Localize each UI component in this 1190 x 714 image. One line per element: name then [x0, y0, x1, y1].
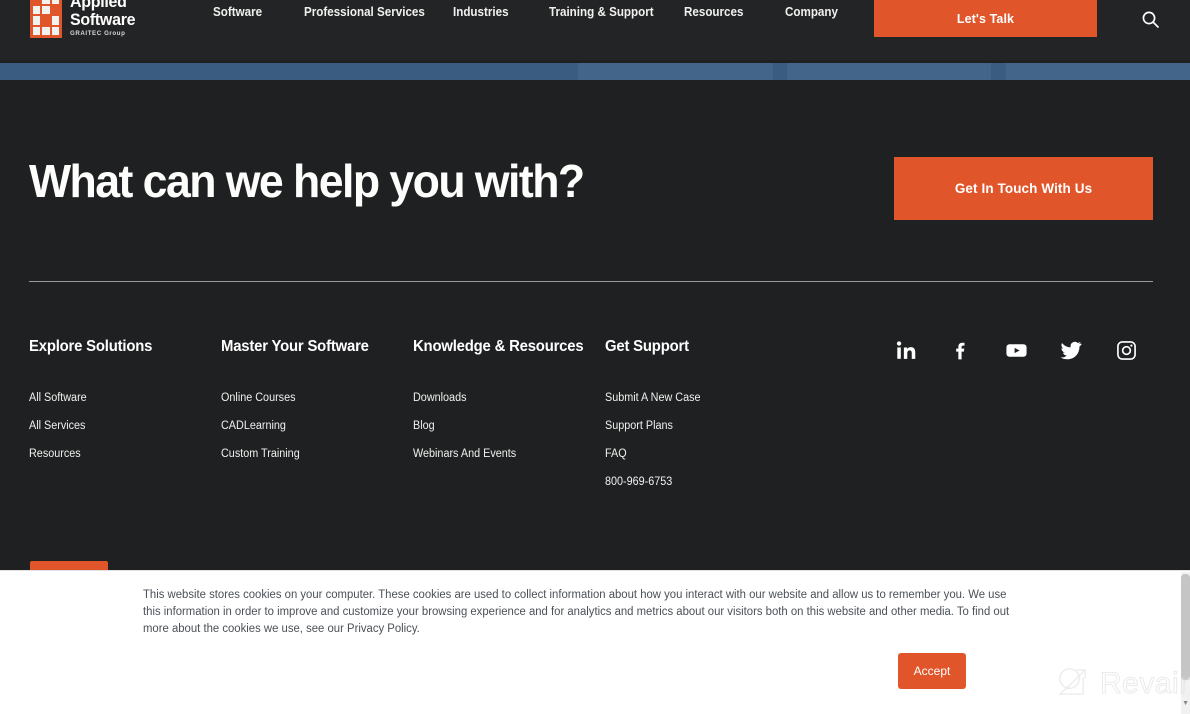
- footer-link-downloads[interactable]: Downloads: [413, 384, 580, 412]
- social-links: [894, 338, 1138, 362]
- youtube-icon[interactable]: [1004, 338, 1028, 362]
- search-icon[interactable]: [1135, 4, 1165, 34]
- strip-segment-3: [787, 63, 991, 80]
- instagram-icon[interactable]: [1114, 338, 1138, 362]
- footer-link-list: Online Courses CADLearning Custom Training: [221, 384, 375, 468]
- nav-item-resources[interactable]: Resources: [684, 5, 743, 19]
- footer-column-explore-solutions: Explore Solutions All Software All Service…: [29, 338, 157, 468]
- strip-segment-0: [0, 63, 578, 80]
- footer-column-heading: Knowledge & Resources: [413, 338, 584, 355]
- footer-link-submit-a-new-case[interactable]: Submit A New Case: [605, 384, 701, 412]
- footer-link-list: Submit A New Case Support Plans FAQ 800-969…: [605, 384, 707, 496]
- get-in-touch-button[interactable]: Get In Touch With Us: [894, 157, 1153, 220]
- linkedin-icon[interactable]: [894, 338, 918, 362]
- page-root: Applied Software GRAITEC Group Software P…: [0, 0, 1190, 714]
- footer-column-master-your-software: Master Your Software Online Courses CADLea…: [221, 338, 375, 468]
- cookie-banner-text: This website stores cookies on your comp…: [143, 589, 1010, 636]
- footer-link-list: Downloads Blog Webinars And Events: [413, 384, 591, 468]
- nav-item-software[interactable]: Software: [213, 5, 262, 19]
- vertical-scrollbar-thumb[interactable]: [1181, 574, 1190, 680]
- twitter-icon[interactable]: [1059, 338, 1083, 362]
- strip-segment-5: [1006, 63, 1190, 80]
- footer-link-custom-training[interactable]: Custom Training: [221, 440, 366, 468]
- logo-line-1: Applied: [70, 0, 127, 11]
- footer-link-online-courses[interactable]: Online Courses: [221, 384, 366, 412]
- nav-item-professional-services[interactable]: Professional Services: [304, 5, 425, 19]
- footer-link-resources[interactable]: Resources: [29, 440, 150, 468]
- site-header: Applied Software GRAITEC Group Software P…: [0, 0, 1190, 60]
- footer-link-blog[interactable]: Blog: [413, 412, 580, 440]
- footer-link-all-software[interactable]: All Software: [29, 384, 150, 412]
- applied-software-grid-logo: [30, 0, 62, 38]
- footer-column-heading: Get Support: [605, 338, 689, 355]
- nav-item-training-support[interactable]: Training & Support: [549, 5, 654, 19]
- facebook-icon[interactable]: [949, 338, 973, 362]
- footer-link-webinars-and-events[interactable]: Webinars And Events: [413, 440, 580, 468]
- logo-line-3: GRAITEC Group: [70, 29, 126, 37]
- nav-item-company[interactable]: Company: [785, 5, 838, 19]
- cookie-accept-button[interactable]: Accept: [898, 653, 966, 689]
- page-title: What can we help you with?: [29, 155, 585, 207]
- footer-link-faq[interactable]: FAQ: [605, 440, 701, 468]
- section-divider: [29, 281, 1153, 282]
- strip-segment-2: [773, 63, 787, 80]
- nav-item-industries[interactable]: Industries: [453, 5, 509, 19]
- decorative-blue-strip: [0, 63, 1190, 80]
- strip-segment-1: [578, 63, 773, 80]
- footer-link-all-services[interactable]: All Services: [29, 412, 150, 440]
- footer-column-get-support: Get Support Submit A New Case Support Plan…: [605, 338, 707, 496]
- logo-line-2: Software: [70, 9, 136, 29]
- lets-talk-button[interactable]: Let's Talk: [874, 0, 1097, 37]
- footer-column-heading: Master Your Software: [221, 338, 369, 355]
- footer-column-knowledge-resources: Knowledge & Resources Downloads Blog Webina…: [413, 338, 591, 468]
- footer-link-support-plans[interactable]: Support Plans: [605, 412, 701, 440]
- scrollbar-down-arrow-icon[interactable]: ▼: [1182, 700, 1189, 707]
- cookie-consent-banner: This website stores cookies on your comp…: [0, 570, 1190, 714]
- logo-wordmark: Applied Software GRAITEC Group: [70, 0, 139, 37]
- site-logo[interactable]: Applied Software GRAITEC Group: [30, 0, 139, 38]
- strip-segment-4: [991, 63, 1006, 80]
- footer-link-list: All Software All Services Resources: [29, 384, 157, 468]
- footer-link-800-969-6753[interactable]: 800-969-6753: [605, 468, 701, 496]
- footer-column-heading: Explore Solutions: [29, 338, 153, 355]
- footer-link-cadlearning[interactable]: CADLearning: [221, 412, 366, 440]
